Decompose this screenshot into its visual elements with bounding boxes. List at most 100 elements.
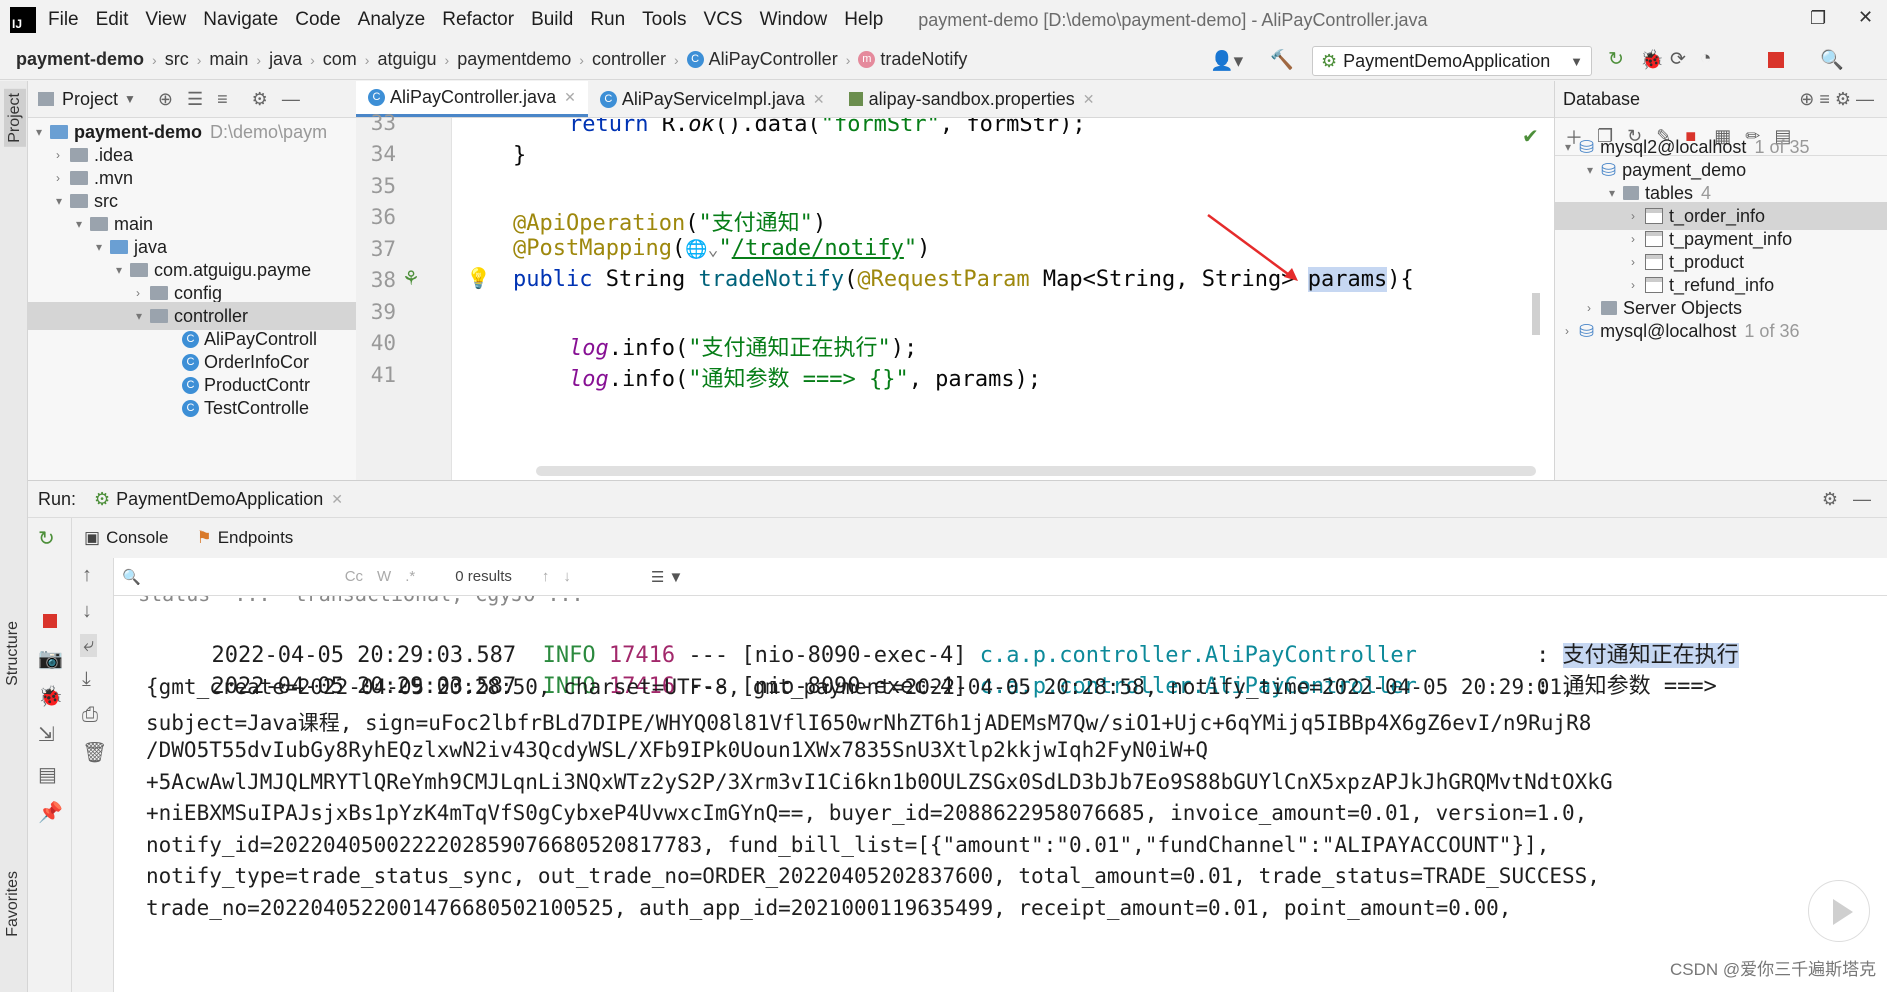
breadcrumb-project[interactable]: payment-demo [16,49,144,70]
rerun-icon[interactable]: ↻ [38,526,55,551]
breadcrumb-method[interactable]: tradeNotify [880,49,967,70]
video-play-button[interactable] [1808,880,1870,942]
code-token: " [718,236,732,261]
tree-item-label: .idea [94,144,134,165]
menu-file[interactable]: File [48,9,79,31]
breadcrumb-main[interactable]: main [209,49,248,70]
project-tool-tab[interactable]: Project [4,89,26,147]
tab-endpoints[interactable]: Endpoints [218,528,294,548]
coverage-icon[interactable]: ⟳ [1670,48,1686,71]
run-config-selector[interactable]: ⚙ PaymentDemoApplication ▼ [1312,46,1592,76]
whole-word-toggle[interactable]: W [377,568,391,585]
db-tree-mysql[interactable]: › ⛁ mysql@localhost 1 of 36 [1555,317,1887,345]
pin-icon[interactable]: 📌 [38,800,63,825]
trash-icon[interactable]: 🗑 [82,740,107,765]
stop-icon[interactable] [1768,52,1784,68]
vertical-scrollbar[interactable] [1532,293,1540,335]
favorites-tool-tab[interactable]: Favorites [4,871,22,937]
gear-icon[interactable]: ⚙ — [1822,489,1871,510]
menu-build[interactable]: Build [531,9,573,31]
menu-code[interactable]: Code [295,9,340,31]
menu-edit[interactable]: Edit [96,9,129,31]
intellij-logo: IJ [10,7,36,33]
profile-icon[interactable]: ◔ [1700,48,1711,70]
collapse-all-icon[interactable]: ≡ [217,89,228,110]
tree-item-path: D:\demo\paym [210,121,328,142]
rerun-icon[interactable]: ↻ [1608,48,1624,71]
scroll-to-end-icon[interactable]: ⤓ [82,668,91,691]
properties-file-icon [848,92,863,106]
close-icon[interactable]: ✕ [1083,91,1095,108]
tree-item-label: AliPayControll [204,328,318,349]
run-actions-toolbar: ↻ 📷 🐞 ⇲ ▤ 📌 [28,518,72,992]
scroll-down-icon[interactable]: ↓ [82,600,92,623]
code-token: "通知参数 ===> {}" [688,367,909,392]
layout-icon[interactable]: ▤ [38,762,57,787]
class-icon: C [368,89,385,106]
db-tree-label: Server Objects [1623,297,1743,318]
build-hammer-icon[interactable]: 🔨 [1270,48,1294,72]
scroll-up-icon[interactable]: ↑ [82,564,92,587]
breadcrumb-paymentdemo[interactable]: paymentdemo [457,49,571,70]
breadcrumb-src[interactable]: src [165,49,189,70]
code-token: tradeNotify [698,267,845,292]
chevron-down-icon[interactable]: ▼ [124,92,136,106]
project-view-selector[interactable]: Project [62,89,118,110]
exit-icon[interactable]: ⇲ [38,722,55,747]
console-search-input[interactable] [144,569,325,584]
globe-icon[interactable]: 🌐⌄ [685,239,718,260]
breadcrumb-com[interactable]: com [323,49,357,70]
structure-tool-tab[interactable]: Structure [4,621,22,686]
spring-endpoint-icon[interactable]: ⚘ [402,266,420,291]
hide-icon[interactable]: — [282,89,300,110]
breadcrumb-class[interactable]: AliPayController [709,49,838,70]
menu-tools[interactable]: Tools [642,9,686,31]
previous-match-icon[interactable]: ↑ [542,568,550,585]
case-sensitive-toggle[interactable]: Cc [345,568,363,585]
regex-toggle[interactable]: .* [405,568,415,585]
menu-run[interactable]: Run [590,9,625,31]
url-link[interactable]: /trade/notify [732,236,904,261]
close-window-icon[interactable]: ✕ [1858,7,1873,28]
menu-navigate[interactable]: Navigate [203,9,278,31]
debug-icon[interactable]: 🐞 [1640,48,1664,72]
search-everywhere-icon[interactable]: 🔍 [1820,48,1844,72]
print-icon[interactable]: ⎙ [82,704,98,727]
run-config-tab[interactable]: PaymentDemoApplication [116,489,323,510]
breadcrumb-controller[interactable]: controller [592,49,666,70]
tree-item-testcontroller[interactable]: C TestControlle [28,394,356,422]
user-icon[interactable]: 👤▾ [1210,49,1243,73]
next-match-icon[interactable]: ↓ [563,568,571,585]
breadcrumb-java[interactable]: java [269,49,302,70]
menu-view[interactable]: View [145,9,186,31]
code-token: ); [890,336,918,361]
tab-alipay-sandbox-properties[interactable]: alipay-sandbox.properties ✕ [837,81,1107,117]
tab-console[interactable]: Console [106,528,168,548]
code-editor[interactable]: return R.ok().data("formStr", formStr); … [452,118,1554,480]
gear-icon[interactable]: ⚙ [252,89,268,110]
code-token: ok [688,118,715,137]
gear-icon[interactable]: ⊕ ≡ ⚙ — [1799,89,1874,110]
menu-help[interactable]: Help [844,9,883,31]
stop-icon[interactable] [43,614,57,628]
console-output[interactable]: status ... transactional, CgyJO ... 2022… [114,596,1887,992]
camera-icon[interactable]: 📷 [38,646,63,671]
close-icon[interactable]: ✕ [331,491,343,508]
menu-vcs[interactable]: VCS [704,9,743,31]
menu-refactor[interactable]: Refactor [442,9,514,31]
debug-icon[interactable]: 🐞 [38,684,63,709]
inspection-ok-icon[interactable]: ✔ [1522,124,1539,149]
horizontal-scrollbar[interactable] [536,466,1536,476]
close-icon[interactable]: ✕ [564,89,576,106]
locate-icon[interactable]: ⊕ [158,89,173,110]
soft-wrap-icon[interactable]: ⤶ [80,634,98,657]
menu-window[interactable]: Window [760,9,828,31]
expand-all-icon[interactable]: ☰ [187,89,203,110]
tab-alipayserviceimpl[interactable]: C AliPayServiceImpl.java ✕ [588,81,837,117]
breadcrumb-atguigu[interactable]: atguigu [377,49,436,70]
restore-window-icon[interactable]: ❐ [1810,8,1826,29]
close-icon[interactable]: ✕ [813,91,825,108]
filter-icon[interactable]: ☰ ▼ [651,568,683,586]
menu-analyze[interactable]: Analyze [358,9,426,31]
lightbulb-icon[interactable]: 💡 [466,266,491,291]
